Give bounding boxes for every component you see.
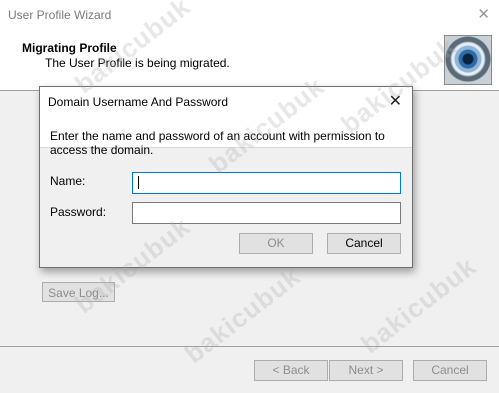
window-titlebar: User Profile Wizard ✕ [0,0,499,30]
password-input[interactable] [132,202,401,224]
dialog-title: Domain Username And Password [48,95,229,109]
window-title: User Profile Wizard [8,8,112,22]
page-subtitle: The User Profile is being migrated. [45,56,230,70]
domain-credentials-dialog: Domain Username And Password ✕ Enter the… [39,86,413,268]
window-close-icon[interactable]: ✕ [477,5,490,23]
name-input[interactable] [132,172,401,194]
password-label: Password: [50,205,107,219]
wizard-header: Migrating Profile The User Profile is be… [0,30,499,91]
dialog-close-icon[interactable]: ✕ [389,91,402,111]
next-button[interactable]: Next > [329,360,403,381]
page-title: Migrating Profile [22,41,117,55]
divider [0,346,499,347]
dialog-titlebar: Domain Username And Password ✕ [40,87,412,115]
save-log-button[interactable]: Save Log... [42,282,115,302]
dialog-cancel-button[interactable]: Cancel [327,233,401,254]
back-button[interactable]: < Back [254,360,328,381]
dialog-message: Enter the name and password of an accoun… [50,129,385,157]
eye-image-icon [444,35,492,85]
ok-button[interactable]: OK [239,233,313,254]
text-caret [138,176,139,189]
name-label: Name: [50,174,86,188]
wizard-cancel-button[interactable]: Cancel [413,360,487,381]
